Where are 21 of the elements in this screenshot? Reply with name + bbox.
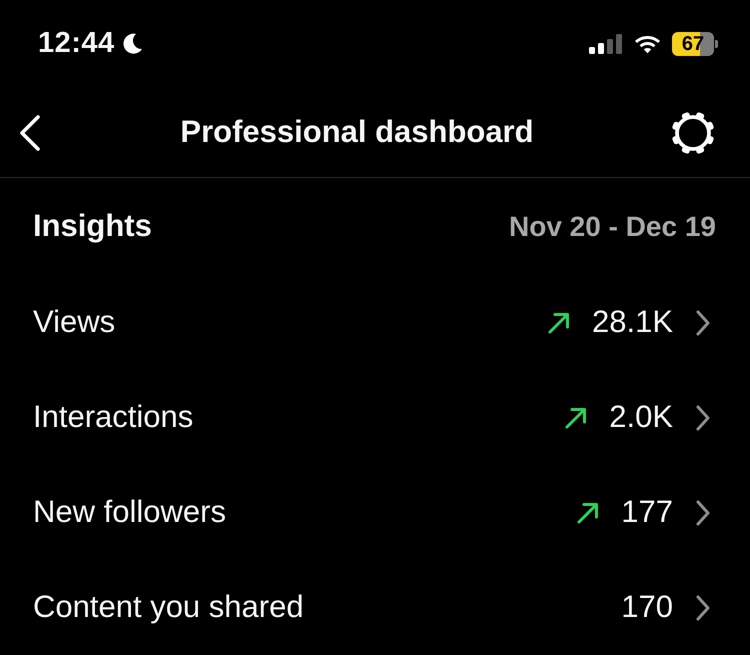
chevron-right-icon[interactable] [695,594,711,622]
battery-indicator: 67 [672,32,718,56]
status-time: 12:44 [38,26,115,62]
wifi-icon [634,34,661,54]
chevron-right-icon[interactable] [695,498,711,526]
chevron-right-icon[interactable] [695,308,711,336]
date-range[interactable]: Nov 20 - Dec 19 [509,206,716,248]
settings-icon[interactable] [670,110,716,156]
signal-icon [589,34,623,54]
chevron-right-icon[interactable] [695,404,711,432]
metric-value: 2.0K [609,398,673,436]
metric-value: 28.1K [592,303,673,342]
metric-value: 177 [621,493,673,532]
metric-label: Interactions [33,398,194,436]
metric-label: Views [33,303,116,342]
metric-label: New followers [33,493,226,532]
page-title: Professional dashboard [180,113,534,152]
metric-value: 170 [621,588,673,626]
metric-label: Content you shared [33,588,304,626]
moon-icon [122,33,143,55]
section-title: Insights [33,207,152,246]
